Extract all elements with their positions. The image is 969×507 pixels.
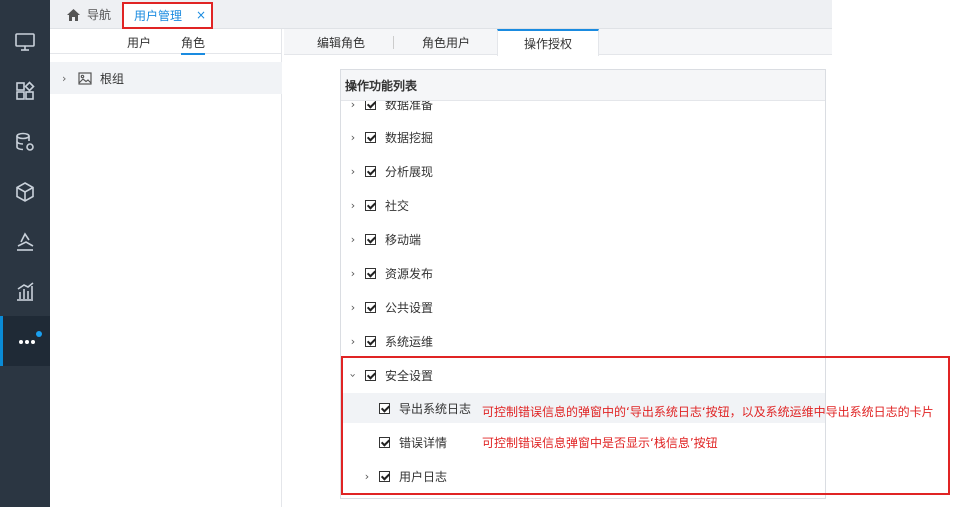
annotation-error-detail: 可控制错误信息弹窗中是否显示‘栈信息’按钮 [482,436,718,450]
tab-bar: 导航 用户管理 × [50,0,832,29]
chevron-right-icon[interactable]: › [347,267,359,280]
func-row-public-settings[interactable]: › 公共设置 [341,292,825,322]
tab-divider [393,36,394,49]
checkbox[interactable] [365,199,376,211]
image-icon [78,71,92,85]
dashboard-grid-icon[interactable] [0,66,50,116]
checkbox[interactable] [365,165,376,177]
func-row-social[interactable]: › 社交 [341,190,825,220]
role-detail-tabs: 编辑角色 角色用户 操作授权 [284,29,832,56]
bar-chart-icon[interactable] [0,267,50,317]
nav-home-link[interactable]: 导航 [66,6,111,23]
tab-edit-role[interactable]: 编辑角色 [306,29,376,55]
home-icon [67,8,80,21]
database-gear-icon[interactable] [0,117,50,167]
tab-user-management[interactable]: 用户管理 × [122,2,213,29]
annotation-export-log: 可控制错误信息的弹窗中的‘导出系统日志‘按钮，以及系统运维中导出系统日志的卡片 [482,405,934,419]
chevron-right-icon[interactable]: › [347,165,359,178]
tree-root-node[interactable]: › 根组 [50,62,282,94]
func-row-sys-ops[interactable]: › 系统运维 [341,326,825,356]
role-tree-panel: 用户 角色 › 根组 [50,29,282,507]
chevron-right-icon[interactable]: › [347,233,359,246]
tab-roles[interactable]: 角色 [181,34,206,55]
func-label: 移动端 [385,232,422,247]
checkbox[interactable] [365,131,376,143]
func-label: 系统运维 [385,334,434,349]
annotation-highlight-box [341,356,950,495]
checkbox[interactable] [365,233,376,245]
chevron-right-icon[interactable]: › [347,199,359,212]
user-role-tabs: 用户 角色 [50,29,282,55]
monitor-icon[interactable] [0,17,50,67]
func-row-data-mining[interactable]: › 数据挖掘 [341,122,825,152]
checkbox[interactable] [365,335,376,347]
layers-chart-icon[interactable] [0,217,50,267]
app-sidebar [0,0,50,507]
func-label: 数据挖掘 [385,130,434,145]
func-row-publish[interactable]: › 资源发布 [341,258,825,288]
checkbox[interactable] [365,301,376,313]
notification-dot [36,331,42,337]
chevron-right-icon[interactable]: › [62,72,76,85]
chevron-right-icon[interactable]: › [347,301,359,314]
func-list-header: 操作功能列表 [341,70,825,101]
checkbox[interactable] [365,267,376,279]
func-label: 公共设置 [385,300,434,315]
cube-icon[interactable] [0,167,50,217]
tab-users[interactable]: 用户 [127,34,151,51]
chevron-right-icon[interactable]: › [347,131,359,144]
func-label: 社交 [385,198,410,213]
tab-operation-auth[interactable]: 操作授权 [497,29,599,56]
tree-root-label: 根组 [100,71,125,86]
tab-label: 用户管理 [134,9,183,23]
func-row-analysis[interactable]: › 分析展现 [341,156,825,186]
close-icon[interactable]: × [196,8,206,22]
nav-label: 导航 [87,8,112,22]
more-icon[interactable] [0,316,50,366]
chevron-right-icon[interactable]: › [347,335,359,348]
tab-role-users[interactable]: 角色用户 [411,29,481,55]
func-label: 分析展现 [385,164,434,179]
func-row-mobile[interactable]: › 移动端 [341,224,825,254]
func-label: 资源发布 [385,266,434,281]
